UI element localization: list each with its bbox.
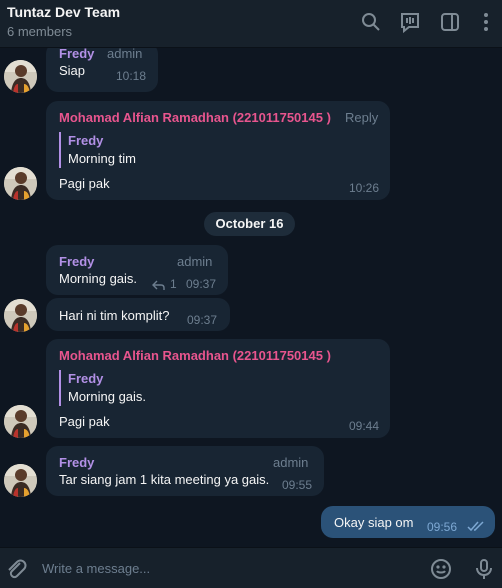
message-input[interactable] bbox=[42, 548, 412, 588]
admin-badge: admin bbox=[177, 254, 213, 269]
message-bubble[interactable]: Fredy admin Siap 10:18 bbox=[46, 48, 158, 92]
emoji-icon[interactable] bbox=[429, 557, 453, 581]
quote-text: Morning gais. bbox=[68, 389, 147, 404]
message-time: 09:55 bbox=[282, 478, 313, 492]
admin-badge: admin bbox=[273, 455, 309, 470]
search-icon[interactable] bbox=[359, 10, 383, 34]
quote-text: Morning tim bbox=[68, 151, 136, 166]
reply-button[interactable]: Reply bbox=[345, 110, 378, 125]
message-time: 09:44 bbox=[349, 419, 380, 433]
message-text: Morning gais. bbox=[59, 271, 138, 286]
message-bubble[interactable]: Fredy admin Morning gais. 1 09:37 bbox=[46, 245, 228, 295]
avatar[interactable] bbox=[4, 60, 37, 93]
reply-quote[interactable]: Fredy Morning tim bbox=[59, 132, 136, 168]
message-time: 10:26 bbox=[349, 181, 380, 195]
attach-icon[interactable] bbox=[4, 557, 28, 581]
chat-title[interactable]: Tuntaz Dev Team bbox=[7, 4, 120, 20]
microphone-icon[interactable] bbox=[472, 557, 496, 581]
more-icon[interactable] bbox=[474, 10, 498, 34]
message-text: Hari ni tim komplit? bbox=[59, 308, 170, 323]
message-time: 09:37 bbox=[187, 313, 218, 327]
date-separator: October 16 bbox=[204, 212, 295, 236]
avatar[interactable] bbox=[4, 299, 37, 332]
message-text: Pagi pak bbox=[59, 414, 110, 429]
avatar[interactable] bbox=[4, 405, 37, 438]
sender-name[interactable]: Mohamad Alfian Ramadhan (221011750145 ) bbox=[59, 110, 331, 125]
message-text: Tar siang jam 1 kita meeting ya gais. bbox=[59, 472, 270, 487]
reply-count[interactable]: 1 bbox=[170, 277, 177, 291]
admin-badge: admin bbox=[107, 48, 143, 61]
message-time: 10:18 bbox=[116, 69, 147, 83]
avatar[interactable] bbox=[4, 464, 37, 497]
quote-sender: Fredy bbox=[68, 371, 104, 386]
reply-quote[interactable]: Fredy Morning gais. bbox=[59, 370, 146, 406]
sender-name[interactable]: Fredy bbox=[59, 48, 94, 61]
sender-name[interactable]: Fredy bbox=[59, 455, 94, 470]
message-bubble[interactable]: Mohamad Alfian Ramadhan (221011750145 ) … bbox=[46, 339, 390, 438]
message-bubble[interactable]: Mohamad Alfian Ramadhan (221011750145 ) … bbox=[46, 101, 390, 200]
outgoing-message-bubble[interactable]: Okay siap om 09:56 bbox=[321, 506, 495, 538]
reply-arrow-icon[interactable] bbox=[152, 278, 165, 290]
sidebar-toggle-icon[interactable] bbox=[438, 10, 462, 34]
message-list[interactable]: Fredy admin Siap 10:18 Mohamad Alfian Ra… bbox=[0, 48, 502, 547]
double-check-icon bbox=[467, 519, 487, 532]
sender-name[interactable]: Mohamad Alfian Ramadhan (221011750145 ) bbox=[59, 348, 331, 363]
message-text: Pagi pak bbox=[59, 176, 110, 191]
quote-sender: Fredy bbox=[68, 133, 104, 148]
member-count[interactable]: 6 members bbox=[7, 24, 72, 39]
message-time: 09:56 bbox=[427, 520, 458, 534]
video-chat-icon[interactable] bbox=[398, 10, 422, 34]
sender-name[interactable]: Fredy bbox=[59, 254, 94, 269]
message-composer bbox=[0, 547, 502, 588]
message-time: 09:37 bbox=[186, 277, 217, 291]
message-text: Siap bbox=[59, 63, 86, 78]
message-bubble[interactable]: Hari ni tim komplit? 09:37 bbox=[46, 298, 230, 331]
message-text: Okay siap om bbox=[334, 515, 414, 530]
message-bubble[interactable]: Fredy admin Tar siang jam 1 kita meeting… bbox=[46, 446, 324, 496]
avatar[interactable] bbox=[4, 167, 37, 200]
chat-header: Tuntaz Dev Team 6 members bbox=[0, 0, 502, 48]
